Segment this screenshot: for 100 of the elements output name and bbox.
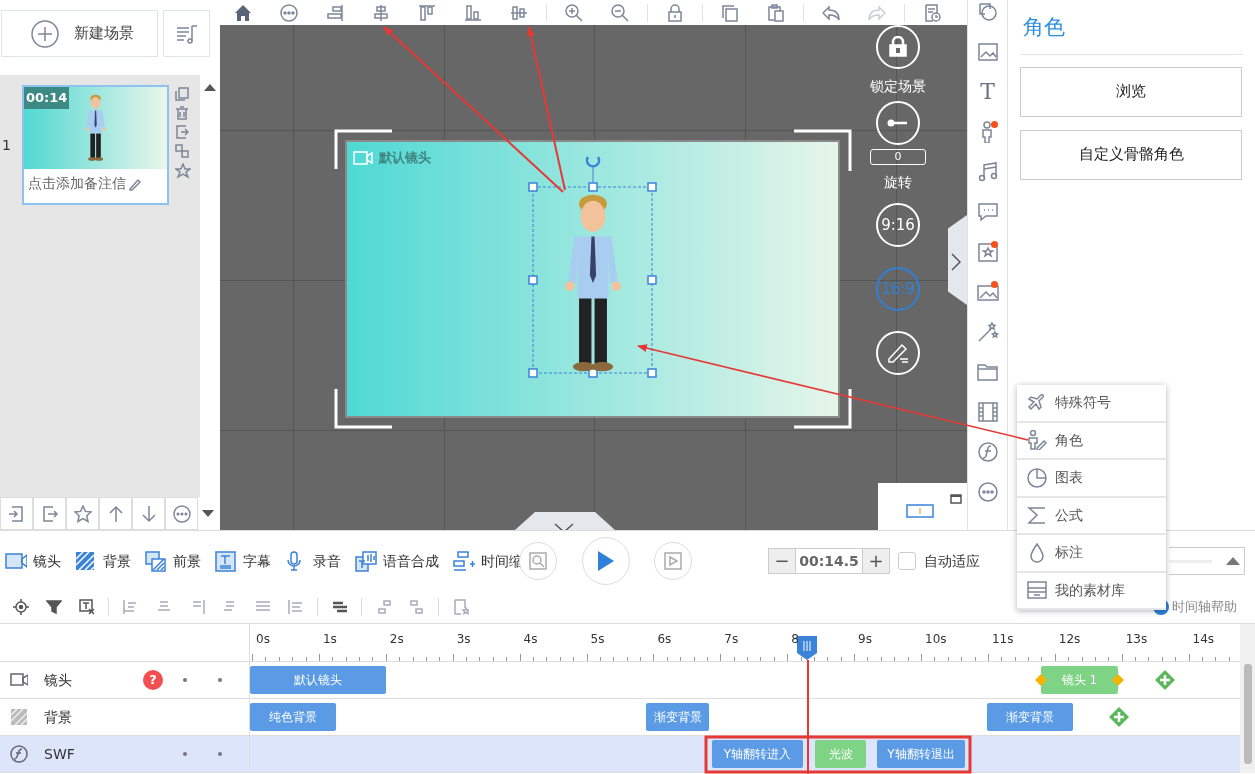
shift-left-icon[interactable] [375,599,392,615]
star-button[interactable] [66,497,99,530]
lock-icon[interactable] [666,3,684,22]
preview-button[interactable] [519,542,557,580]
add-clip-icon[interactable] [1109,707,1129,727]
menu-item[interactable]: 特殊符号 [1017,385,1166,423]
track-header[interactable]: SWF [0,736,250,773]
align-middle-icon[interactable] [510,3,528,22]
import-button[interactable] [0,497,33,530]
flash-icon[interactable] [976,441,999,463]
scrollbar-thumb[interactable] [1243,664,1252,764]
increment-button[interactable]: + [863,549,889,573]
add-clip-icon[interactable] [1155,670,1175,690]
delete-icon[interactable] [175,106,189,120]
track-tab[interactable]: 录音 [285,550,341,572]
speech-bubble-icon[interactable] [976,201,999,223]
rotation-dial[interactable] [876,101,920,145]
panel-button[interactable]: 自定义骨骼角色 [1020,129,1242,180]
layers-icon [145,550,167,572]
menu-item[interactable]: 公式 [1017,497,1166,535]
swap-icon[interactable] [175,144,189,158]
timeline-help-link[interactable]: 时间轴帮助 [1172,597,1237,617]
zoom-in-icon[interactable] [565,3,583,22]
image-icon[interactable] [976,41,999,63]
track-tab[interactable]: 背景 [75,550,131,572]
export-icon[interactable] [175,125,189,139]
export-button[interactable] [33,497,66,530]
document-star-icon[interactable] [452,599,469,615]
folder-icon[interactable] [976,361,999,383]
track-tab[interactable]: 语音合成 [355,550,439,572]
rotation-field[interactable]: 0 [870,149,926,165]
copy-icon[interactable] [721,3,739,22]
menu-item[interactable]: 图表 [1017,460,1166,498]
menu-item[interactable]: 角色 [1017,422,1166,460]
locate-icon[interactable] [12,599,29,615]
edit-button[interactable] [876,331,920,375]
paste-icon[interactable] [767,3,785,22]
align-right-icon[interactable] [326,3,344,22]
scene-note[interactable]: 点击添加备注信 [28,173,126,194]
filter-icon[interactable] [45,599,62,615]
home-icon[interactable] [234,3,252,22]
keyframe-diamond[interactable] [1035,674,1047,686]
shapes-icon[interactable] [976,1,999,23]
copy-icon[interactable] [175,87,189,101]
track-tab[interactable]: 前景 [145,550,201,572]
viewport-icon [906,504,934,518]
sticker-icon[interactable] [976,241,999,263]
menu-item[interactable]: 标注 [1017,535,1166,573]
time-tick: 12s [1058,631,1081,648]
zoom-out-icon[interactable] [611,3,629,22]
text-tool[interactable]: T [980,81,995,103]
track-tab[interactable]: 镜头 [5,550,61,572]
bars-icon[interactable] [331,599,348,615]
plus-circle-icon[interactable] [30,18,60,49]
window-icon[interactable] [950,494,962,504]
film-icon[interactable] [976,401,999,423]
dropdown-arrow-icon[interactable] [202,509,214,518]
chevron-down-icon[interactable] [554,523,574,530]
magic-wand-icon[interactable] [976,321,999,343]
lock-scene-button[interactable] [876,25,920,69]
panel-button[interactable]: 浏览 [1020,66,1242,117]
import-icon [7,504,26,523]
next-frame-button[interactable] [654,542,692,580]
music-list-button[interactable] [163,10,210,57]
keyframe-diamond[interactable] [1112,674,1124,686]
shift-right-icon[interactable] [408,599,425,615]
decrement-button[interactable]: − [769,549,795,573]
camera-icon [5,550,27,572]
chevron-right-icon[interactable] [951,253,961,271]
schedule-icon[interactable] [923,3,941,22]
edit-icon[interactable] [128,176,142,191]
auto-fit-checkbox[interactable] [898,552,916,570]
time-tick: 0s [256,631,270,648]
align-center-icon[interactable] [372,3,390,22]
distribute-icon[interactable] [287,599,304,615]
align-bottom-icon[interactable] [464,3,482,22]
track-name: 背景 [44,707,72,727]
more-icon[interactable] [976,481,999,503]
aspect-ratio-button[interactable]: 9:16 [876,203,920,247]
more-button[interactable] [165,497,198,530]
duration-field[interactable]: 00:14.5 [795,549,863,573]
align-top-icon[interactable] [418,3,436,22]
star-icon[interactable] [175,163,191,179]
track-header[interactable]: 镜头 ? [0,662,250,699]
clear-icon[interactable] [78,599,95,615]
track-tab[interactable]: 字幕 [215,550,271,572]
new-scene-button[interactable]: 新建场景 [1,10,158,57]
align-left-icon[interactable] [122,599,139,615]
arrow-down-button[interactable] [132,497,165,530]
scroll-up-icon[interactable] [204,83,216,91]
scene-card[interactable]: 00:14 点击添加备注信 [22,85,169,205]
music-icon[interactable] [976,161,999,183]
more-icon[interactable] [280,3,298,22]
menu-item[interactable]: 我的素材库 [1017,572,1166,610]
playhead-handle[interactable] [796,635,818,661]
triangle-up-icon[interactable] [1226,557,1240,565]
play-button[interactable] [582,537,630,585]
time-tick: 7s [724,631,739,648]
undo-icon[interactable] [822,3,840,22]
arrow-up-button[interactable] [99,497,132,530]
